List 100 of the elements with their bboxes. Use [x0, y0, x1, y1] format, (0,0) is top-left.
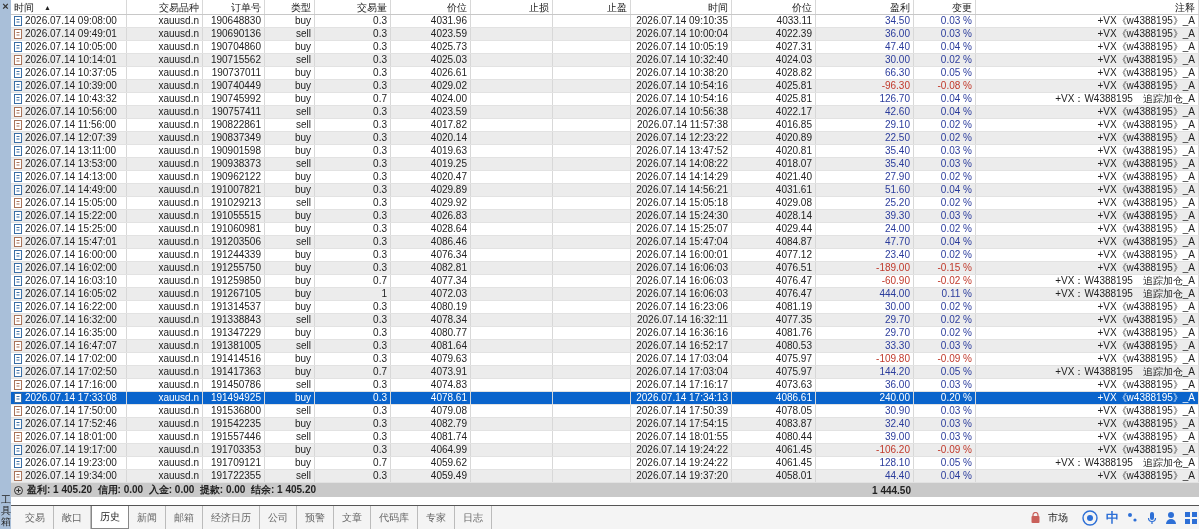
table-cell: 2026.07.14 15:05:18	[636, 197, 728, 208]
table-cell: 191542235	[210, 418, 261, 429]
table-cell: +VX《w4388195》_A	[1097, 223, 1195, 234]
table-cell: xauusd.n	[158, 171, 199, 182]
table-cell: 4083.87	[775, 418, 812, 429]
table-cell: +VX《w4388195》_A	[1097, 418, 1195, 429]
table-row[interactable]: 2026.07.14 15:47:01 xauusd.n 191203506 sell 0.3 4086.46 2026.07.14 15:47:04 4084.87 47.70 0.04 % +VX《w4388195》_A	[11, 236, 1199, 249]
table-cell: 2026.07.14 16:23:06	[636, 301, 728, 312]
table-row[interactable]: 2026.07.14 11:56:00 xauusd.n 190822861 sell 0.3 4017.82 2026.07.14 11:57:38 4016.85 29.10 0.02 % +VX《w4388195》_A	[11, 119, 1199, 132]
table-row[interactable]: 2026.07.14 17:02:50 xauusd.n 191417363 buy 0.7 4073.91 2026.07.14 17:03:04 4075.97 144.20 0.05 % +VX：W4388195 追踪加仓_A	[11, 366, 1199, 379]
table-row[interactable]: 2026.07.14 10:37:05 xauusd.n 190737011 buy 0.3 4026.61 2026.07.14 10:38:20 4028.82 66.30 0.05 % +VX《w4388195》_A	[11, 67, 1199, 80]
input-method-indicator[interactable]: 中	[1106, 508, 1119, 527]
table-cell: xauusd.n	[158, 223, 199, 234]
table-cell: buy	[294, 93, 311, 104]
table-row[interactable]: 2026.07.14 17:16:00 xauusd.n 191450786 sell 0.3 4074.83 2026.07.14 17:16:17 4073.63 36.00 0.03 % +VX《w4388195》_A	[11, 379, 1199, 392]
table-row[interactable]: 2026.07.14 19:17:00 xauusd.n 191703353 buy 0.3 4064.99 2026.07.14 19:24:22 4061.45 -106.20 -0.09 % +VX《w4388195》_A	[11, 444, 1199, 457]
table-row[interactable]: 2026.07.14 17:33:08 xauusd.n 191494925 buy 0.3 4078.61 2026.07.14 17:34:13 4086.61 240.00 0.20 % +VX《w4388195》_A	[11, 392, 1199, 405]
table-row[interactable]: 2026.07.14 15:22:00 xauusd.n 191055515 buy 0.3 4026.83 2026.07.14 15:24:30 4028.14 39.30 0.03 % +VX《w4388195》_A	[11, 210, 1199, 223]
table-row[interactable]: 2026.07.14 09:08:00 xauusd.n 190648830 buy 0.3 4031.96 2026.07.14 09:10:35 4033.11 34.50 0.03 % +VX《w4388195》_A	[11, 15, 1199, 28]
table-cell: 0.3	[373, 106, 387, 117]
table-cell: 0.02 %	[940, 301, 972, 312]
tab[interactable]: 邮箱	[166, 506, 203, 529]
microphone-icon[interactable]	[1147, 510, 1157, 525]
table-row[interactable]: 2026.07.14 15:25:00 xauusd.n 191060981 buy 0.3 4028.64 2026.07.14 15:25:07 4029.44 24.00 0.02 % +VX《w4388195》_A	[11, 223, 1199, 236]
table-row[interactable]: 2026.07.14 10:14:01 xauusd.n 190715562 sell 0.3 4025.03 2026.07.14 10:32:40 4024.03 30.00 0.02 % +VX《w4388195》_A	[11, 54, 1199, 67]
table-row[interactable]: 2026.07.14 16:22:00 xauusd.n 191314537 buy 0.3 4080.19 2026.07.14 16:23:06 4081.19 30.00 0.02 % +VX《w4388195》_A	[11, 301, 1199, 314]
person-icon[interactable]	[1165, 510, 1177, 525]
table-row[interactable]: 2026.07.14 19:34:00 xauusd.n 191722355 sell 0.3 4059.49 2026.07.14 19:37:20 4058.01 44.40 0.04 % +VX《w4388195》_A	[11, 470, 1199, 483]
table-cell: xauusd.n	[158, 444, 199, 455]
tab[interactable]: 专家	[418, 506, 455, 529]
table-row[interactable]: 2026.07.14 16:35:00 xauusd.n 191347229 buy 0.3 4080.77 2026.07.14 16:36:16 4081.76 29.70 0.02 % +VX《w4388195》_A	[11, 327, 1199, 340]
tab[interactable]: 日志	[455, 506, 492, 529]
table-cell: 0.02 %	[940, 223, 972, 234]
table-row[interactable]: 2026.07.14 10:05:00 xauusd.n 190704860 buy 0.3 4025.73 2026.07.14 10:05:19 4027.31 47.40 0.04 % +VX《w4388195》_A	[11, 41, 1199, 54]
table-cell: 4026.61	[430, 67, 467, 78]
table-row[interactable]: 2026.07.14 17:50:00 xauusd.n 191536800 sell 0.3 4079.08 2026.07.14 17:50:39 4078.05 30.90 0.03 % +VX《w4388195》_A	[11, 405, 1199, 418]
table-cell: 0.04 %	[940, 41, 972, 52]
table-cell: -60.90	[881, 275, 910, 286]
table-row[interactable]: 2026.07.14 19:23:00 xauusd.n 191709121 buy 0.7 4059.62 2026.07.14 19:24:22 4061.45 128.10 0.05 % +VX：W4388195 追踪加仓_A	[11, 457, 1199, 470]
table-row[interactable]: 2026.07.14 14:13:00 xauusd.n 190962122 buy 0.3 4020.47 2026.07.14 14:14:29 4021.40 27.90 0.02 % +VX《w4388195》_A	[11, 171, 1199, 184]
table-cell: 35.40	[884, 158, 910, 169]
table-cell: sell	[296, 314, 311, 325]
table-row[interactable]: 2026.07.14 17:02:00 xauusd.n 191414516 buy 0.3 4079.63 2026.07.14 17:03:04 4075.97 -109.80 -0.09 % +VX《w4388195》_A	[11, 353, 1199, 366]
tab[interactable]: 公司	[260, 506, 297, 529]
table-row[interactable]: 2026.07.14 13:53:00 xauusd.n 190938373 sell 0.3 4019.25 2026.07.14 14:08:22 4018.07 35.40 0.03 % +VX《w4388195》_A	[11, 158, 1199, 171]
table-cell: buy	[294, 210, 311, 221]
table-cell: -0.09 %	[937, 444, 972, 455]
table-cell: 29.70	[884, 327, 910, 338]
table-row[interactable]: 2026.07.14 09:49:01 xauusd.n 190690136 sell 0.3 4023.59 2026.07.14 10:00:04 4022.39 36.00 0.03 % +VX《w4388195》_A	[11, 28, 1199, 41]
table-cell: 2026.07.14 16:06:03	[636, 262, 728, 273]
table-cell: 190715562	[210, 54, 261, 65]
table-cell: +VX《w4388195》_A	[1097, 262, 1195, 273]
table-row[interactable]: 2026.07.14 12:07:39 xauusd.n 190837349 buy 0.3 4020.14 2026.07.14 12:23:22 4020.89 22.50 0.02 % +VX《w4388195》_A	[11, 132, 1199, 145]
table-row[interactable]: 2026.07.14 16:02:00 xauusd.n 191255750 buy 0.3 4082.81 2026.07.14 16:06:03 4076.51 -189.00 -0.15 % +VX《w4388195》_A	[11, 262, 1199, 275]
tab[interactable]: 代码库	[371, 506, 418, 529]
expand-icon[interactable]	[14, 485, 23, 495]
tab[interactable]: 经济日历	[203, 506, 260, 529]
tab[interactable]: 历史	[91, 506, 129, 529]
table-cell: 4018.07	[775, 158, 812, 169]
close-button[interactable]: ×	[2, 0, 9, 12]
table-cell: 0.04 %	[940, 106, 972, 117]
tab[interactable]: 文章	[334, 506, 371, 529]
circle-icon[interactable]	[1082, 509, 1098, 526]
table-cell: 144.20	[879, 366, 910, 377]
table-cell: 0.05 %	[940, 67, 972, 78]
table-cell: 191314537	[210, 301, 261, 312]
table-cell: 2026.07.14 18:01:00	[25, 431, 117, 443]
tab[interactable]: 新闻	[129, 506, 166, 529]
grid-icon[interactable]	[1185, 511, 1197, 524]
table-row[interactable]: 2026.07.14 16:00:00 xauusd.n 191244339 buy 0.3 4076.34 2026.07.14 16:00:01 4077.12 23.40 0.02 % +VX《w4388195》_A	[11, 249, 1199, 262]
table-cell: 0.3	[373, 301, 387, 312]
market-status[interactable]: 市场	[1048, 510, 1068, 525]
table-row[interactable]: 2026.07.14 18:01:00 xauusd.n 191557446 sell 0.3 4081.74 2026.07.14 18:01:55 4080.44 39.00 0.03 % +VX《w4388195》_A	[11, 431, 1199, 444]
table-cell: 191703353	[210, 444, 261, 455]
table-row[interactable]: 2026.07.14 14:49:00 xauusd.n 191007821 buy 0.3 4029.89 2026.07.14 14:56:21 4031.61 51.60 0.04 % +VX《w4388195》_A	[11, 184, 1199, 197]
table-row[interactable]: 2026.07.14 10:39:00 xauusd.n 190740449 buy 0.3 4029.02 2026.07.14 10:54:16 4025.81 -96.30 -0.08 % +VX《w4388195》_A	[11, 80, 1199, 93]
table-cell: 4079.08	[430, 405, 467, 416]
table-cell: 240.00	[879, 392, 910, 403]
table-cell: 0.3	[373, 171, 387, 182]
table-row[interactable]: 2026.07.14 13:11:00 xauusd.n 190901598 buy 0.3 4019.63 2026.07.14 13:47:52 4020.81 35.40 0.03 % +VX《w4388195》_A	[11, 145, 1199, 158]
table-cell: 4021.40	[775, 171, 812, 182]
table-row[interactable]: 2026.07.14 16:03:10 xauusd.n 191259850 buy 0.7 4077.34 2026.07.14 16:06:03 4076.47 -60.90 -0.02 % +VX：W4388195 追踪加仓_A	[11, 275, 1199, 288]
table-row[interactable]: 2026.07.14 10:56:00 xauusd.n 190757411 sell 0.3 4023.59 2026.07.14 10:56:38 4022.17 42.60 0.04 % +VX《w4388195》_A	[11, 106, 1199, 119]
table-row[interactable]: 2026.07.14 15:05:00 xauusd.n 191029213 sell 0.3 4029.92 2026.07.14 15:05:18 4029.08 25.20 0.02 % +VX《w4388195》_A	[11, 197, 1199, 210]
table-cell: 30.90	[884, 405, 910, 416]
table-cell: 44.40	[884, 470, 910, 481]
table-row[interactable]: 2026.07.14 10:43:32 xauusd.n 190745992 buy 0.7 4024.00 2026.07.14 10:54:16 4025.81 126.70 0.04 % +VX：W4388195 追踪加仓_A	[11, 93, 1199, 106]
table-cell: 4029.44	[775, 223, 812, 234]
table-row[interactable]: 2026.07.14 16:32:00 xauusd.n 191338843 sell 0.3 4078.34 2026.07.14 16:32:11 4077.35 29.70 0.02 % +VX《w4388195》_A	[11, 314, 1199, 327]
table-row[interactable]: 2026.07.14 17:52:46 xauusd.n 191542235 buy 0.3 4082.79 2026.07.14 17:54:15 4083.87 32.40 0.03 % +VX《w4388195》_A	[11, 418, 1199, 431]
table-cell: 39.00	[884, 431, 910, 442]
tab[interactable]: 预警	[297, 506, 334, 529]
table-cell: 2026.07.14 15:24:30	[636, 210, 728, 221]
table-row[interactable]: 2026.07.14 16:05:02 xauusd.n 191267105 buy 1 4072.03 2026.07.14 16:06:03 4076.47 444.00 0.11 % +VX：W4388195 追踪加仓_A	[11, 288, 1199, 301]
table-cell: buy	[294, 15, 311, 26]
table-row[interactable]: 2026.07.14 16:47:07 xauusd.n 191381005 sell 0.3 4081.64 2026.07.14 16:52:17 4080.53 33.30 0.03 % +VX《w4388195》_A	[11, 340, 1199, 353]
tab[interactable]: 交易	[17, 506, 54, 529]
table-cell: 2026.07.14 12:23:22	[636, 132, 728, 143]
table-cell: 4080.53	[775, 340, 812, 351]
table-cell: +VX《w4388195》_A	[1097, 15, 1195, 26]
